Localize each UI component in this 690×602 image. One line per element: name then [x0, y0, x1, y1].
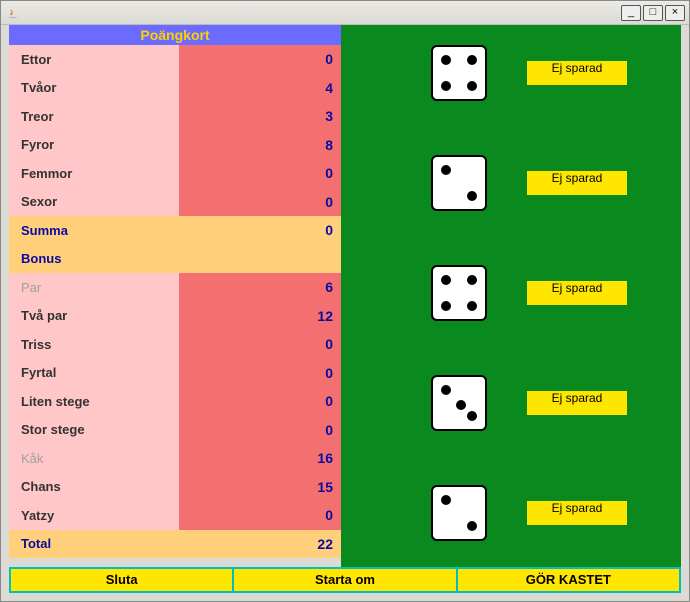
score-row[interactable]: Fyror8	[9, 131, 341, 160]
score-label: Total	[9, 530, 179, 559]
restart-button[interactable]: Starta om	[234, 569, 455, 591]
score-label: Femmor	[9, 159, 179, 188]
score-value: 16	[179, 444, 341, 473]
toggle-save-button[interactable]: Ej sparad	[527, 391, 627, 415]
scorecard: Poängkort Ettor0Tvåor4Treor3Fyror8Femmor…	[9, 25, 341, 567]
score-label: Kåk	[9, 444, 179, 473]
score-value: 0	[179, 359, 341, 388]
die[interactable]	[431, 155, 487, 211]
scorecard-header: Poängkort	[9, 25, 341, 45]
score-value: 0	[179, 416, 341, 445]
pip	[467, 55, 477, 65]
score-value: 4	[179, 74, 341, 103]
score-label: Tvåor	[9, 74, 179, 103]
pip	[441, 275, 451, 285]
java-icon	[5, 5, 21, 21]
score-value: 12	[179, 302, 341, 331]
die[interactable]	[431, 485, 487, 541]
score-label: Summa	[9, 216, 179, 245]
score-label: Ettor	[9, 45, 179, 74]
score-row[interactable]: Fyrtal0	[9, 359, 341, 388]
score-value: 0	[179, 188, 341, 217]
roll-button[interactable]: GÖR KASTET	[458, 569, 679, 591]
quit-button[interactable]: Sluta	[11, 569, 232, 591]
die-group: Ej sparad	[431, 485, 627, 541]
bottom-bar: Sluta Starta om GÖR KASTET	[9, 567, 681, 593]
score-value: 6	[179, 273, 341, 302]
score-label: Stor stege	[9, 416, 179, 445]
pip	[467, 191, 477, 201]
pip	[441, 165, 451, 175]
die-group: Ej sparad	[431, 375, 627, 431]
score-value: 0	[179, 216, 341, 245]
window-controls: _ □ ×	[621, 5, 685, 21]
score-label: Liten stege	[9, 387, 179, 416]
pip	[441, 81, 451, 91]
score-row[interactable]: Tvåor4	[9, 74, 341, 103]
die-group: Ej sparad	[431, 155, 627, 211]
score-label: Fyror	[9, 131, 179, 160]
score-value: 0	[179, 45, 341, 74]
score-label: Chans	[9, 473, 179, 502]
die[interactable]	[431, 375, 487, 431]
score-row[interactable]: Ettor0	[9, 45, 341, 74]
score-value: 0	[179, 159, 341, 188]
score-row[interactable]: Liten stege0	[9, 387, 341, 416]
score-label: Par	[9, 273, 179, 302]
score-value: 0	[179, 330, 341, 359]
app-window: _ □ × Poängkort Ettor0Tvåor4Treor3Fyror8…	[0, 0, 690, 602]
titlebar: _ □ ×	[1, 1, 689, 25]
pip	[441, 301, 451, 311]
pip	[467, 521, 477, 531]
pip	[467, 301, 477, 311]
score-row[interactable]: Treor3	[9, 102, 341, 131]
die-group: Ej sparad	[431, 265, 627, 321]
score-row: Bonus	[9, 245, 341, 274]
score-value	[179, 245, 341, 274]
pip	[441, 55, 451, 65]
score-row[interactable]: Femmor0	[9, 159, 341, 188]
toggle-save-button[interactable]: Ej sparad	[527, 501, 627, 525]
score-value: 15	[179, 473, 341, 502]
die-group: Ej sparad	[431, 45, 627, 101]
maximize-button[interactable]: □	[643, 5, 663, 21]
pip	[441, 385, 451, 395]
score-row[interactable]: Två par12	[9, 302, 341, 331]
pip	[467, 275, 477, 285]
score-row[interactable]: Chans15	[9, 473, 341, 502]
score-row: Summa0	[9, 216, 341, 245]
score-row[interactable]: Stor stege0	[9, 416, 341, 445]
score-label: Fyrtal	[9, 359, 179, 388]
score-row[interactable]: Sexor0	[9, 188, 341, 217]
close-button[interactable]: ×	[665, 5, 685, 21]
toggle-save-button[interactable]: Ej sparad	[527, 171, 627, 195]
pip	[456, 400, 466, 410]
toggle-save-button[interactable]: Ej sparad	[527, 281, 627, 305]
pip	[467, 81, 477, 91]
score-label: Yatzy	[9, 501, 179, 530]
score-label: Sexor	[9, 188, 179, 217]
score-label: Triss	[9, 330, 179, 359]
pip	[467, 411, 477, 421]
pip	[441, 495, 451, 505]
score-value: 0	[179, 501, 341, 530]
die[interactable]	[431, 45, 487, 101]
die[interactable]	[431, 265, 487, 321]
score-value: 3	[179, 102, 341, 131]
score-label: Treor	[9, 102, 179, 131]
minimize-button[interactable]: _	[621, 5, 641, 21]
dice-panel: Ej sparad Ej sparad Ej sparad Ej sparad Ej s…	[341, 25, 681, 567]
score-value: 0	[179, 387, 341, 416]
score-row: Total22	[9, 530, 341, 559]
score-row[interactable]: Yatzy0	[9, 501, 341, 530]
score-value: 8	[179, 131, 341, 160]
score-row[interactable]: Triss0	[9, 330, 341, 359]
score-row[interactable]: Kåk16	[9, 444, 341, 473]
score-label: Två par	[9, 302, 179, 331]
score-label: Bonus	[9, 245, 179, 274]
toggle-save-button[interactable]: Ej sparad	[527, 61, 627, 85]
score-row[interactable]: Par6	[9, 273, 341, 302]
score-value: 22	[179, 530, 341, 559]
